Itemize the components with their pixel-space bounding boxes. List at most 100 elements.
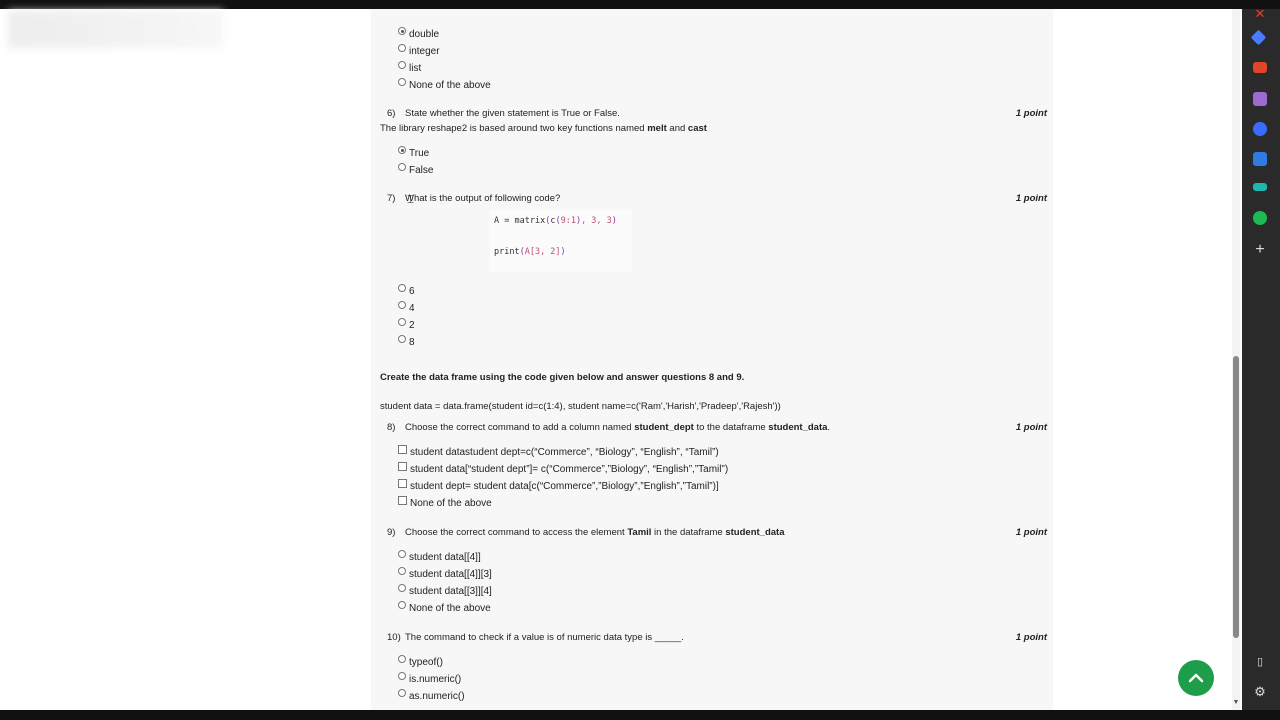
option-label: as.numeric() — [409, 690, 465, 702]
question-text-part: to the dataframe — [693, 422, 769, 433]
question-number: 7) — [387, 193, 396, 204]
radio[interactable] — [398, 672, 406, 680]
q9-option-3[interactable]: student data[[3]][4] — [398, 583, 492, 599]
q5-option-integer[interactable]: integer — [398, 43, 440, 59]
option-label: student dept= student data[c(“Commerce”,… — [410, 480, 719, 492]
question-text: Choose the correct command to add a colu… — [405, 422, 987, 436]
outlook-icon[interactable] — [1253, 152, 1267, 166]
spotify-icon[interactable] — [1253, 211, 1267, 225]
close-icon[interactable]: ✕ — [1253, 7, 1267, 21]
radio[interactable] — [398, 567, 406, 575]
statement-bold-cast: cast — [687, 123, 707, 134]
question-7-header: 7) What is the output of following code?… — [387, 193, 1047, 207]
radio[interactable] — [398, 301, 406, 309]
question-points: 1 point — [1015, 632, 1047, 643]
q10-option-2[interactable]: is.numeric() — [398, 671, 461, 687]
q5-option-none[interactable]: None of the above — [398, 77, 491, 93]
q5-option-list[interactable]: list — [398, 60, 421, 76]
radio-selected[interactable] — [398, 27, 406, 35]
code-token: ) — [611, 216, 617, 226]
code-token: matrix — [514, 216, 546, 226]
q9-option-1[interactable]: student data[[4]] — [398, 549, 481, 565]
q9-option-4[interactable]: None of the above — [398, 600, 491, 616]
q5-option-double[interactable]: double — [398, 26, 439, 42]
q9-option-2[interactable]: student data[[4]][3] — [398, 566, 492, 582]
option-label: student data[[4]][3] — [409, 568, 492, 580]
window-bottom-bar — [0, 710, 1280, 720]
option-label: 6 — [409, 285, 415, 297]
radio[interactable] — [398, 655, 406, 663]
code-token: A[3, 2] — [524, 247, 561, 257]
option-label: is.numeric() — [409, 673, 462, 685]
q8-option-3[interactable]: student dept= student data[c(“Commerce”,… — [398, 478, 719, 494]
radio[interactable] — [398, 61, 406, 69]
question-10-header: 10) The command to check if a value is o… — [387, 632, 1047, 646]
option-label: student data[[3]][4] — [409, 585, 492, 597]
question-number: 8) — [387, 422, 396, 433]
question-number: 6) — [387, 108, 396, 119]
question-points: 1 point — [1015, 422, 1047, 433]
option-label: student data[“student dept”]= c(“Commerc… — [410, 463, 729, 475]
question-number: 9) — [387, 527, 396, 538]
tag-icon[interactable] — [1250, 29, 1267, 46]
checkbox[interactable] — [398, 478, 407, 488]
radio[interactable] — [398, 44, 406, 52]
checkbox[interactable] — [398, 444, 407, 454]
option-label: list — [409, 62, 422, 74]
q7-option-4[interactable]: 8 — [398, 334, 415, 350]
question-text-part: Choose the correct command to add a colu… — [405, 422, 635, 433]
radio[interactable] — [398, 78, 406, 86]
q10-option-1[interactable]: typeof() — [398, 654, 443, 670]
add-icon[interactable]: + — [1253, 242, 1267, 258]
question-text-bold: student_dept — [634, 422, 694, 433]
question-text-bold: student_data — [725, 527, 785, 538]
option-label: False — [409, 164, 434, 176]
question-text: What is the output of following code? — [405, 193, 561, 204]
q7-option-2[interactable]: 4 — [398, 300, 415, 316]
tool-icon[interactable] — [1253, 183, 1267, 191]
sidebar-panel-icon[interactable]: ▯ — [1253, 655, 1267, 669]
q7-option-3[interactable]: 2 — [398, 317, 415, 333]
question-text: Choose the correct command to access the… — [405, 527, 987, 541]
question-8-header: 8) Choose the correct command to add a c… — [387, 422, 1047, 436]
option-label: None of the above — [409, 602, 491, 614]
option-label: 4 — [409, 302, 415, 314]
person-icon[interactable] — [1253, 92, 1267, 106]
scroll-down-arrow-icon[interactable]: ▼ — [1232, 699, 1240, 707]
quiz-content: double integer list None of the above 6)… — [0, 0, 1240, 710]
radio[interactable] — [398, 689, 406, 697]
chevron-up-icon — [1188, 673, 1204, 683]
radio[interactable] — [398, 284, 406, 292]
radio[interactable] — [398, 318, 406, 326]
radio[interactable] — [398, 584, 406, 592]
q6-option-false[interactable]: False — [398, 162, 433, 178]
question-6-header: 6) State whether the given statement is … — [387, 108, 1047, 122]
q10-option-3[interactable]: as.numeric() — [398, 688, 465, 704]
settings-icon[interactable]: ⚙ — [1253, 685, 1267, 699]
scrollbar-thumb[interactable] — [1233, 356, 1239, 638]
option-label: None of the above — [410, 497, 492, 509]
q8-option-1[interactable]: student datastudent dept=c(“Commerce”, “… — [398, 444, 719, 460]
q7-option-1[interactable]: 6 — [398, 283, 415, 299]
q6-option-true[interactable]: True — [398, 145, 429, 161]
checkbox[interactable] — [398, 461, 407, 471]
scroll-to-top-button[interactable] — [1178, 660, 1214, 696]
radio[interactable] — [398, 601, 406, 609]
q8-option-2[interactable]: student data[“student dept”]= c(“Commerc… — [398, 461, 728, 477]
option-label: typeof() — [409, 656, 443, 668]
question-9-header: 9) Choose the correct command to access … — [387, 527, 1047, 541]
radio[interactable] — [398, 335, 406, 343]
question-text-part: Choose the correct command to access the… — [405, 527, 628, 538]
checkbox[interactable] — [398, 495, 407, 505]
briefcase-icon[interactable] — [1253, 62, 1267, 73]
option-label: student data[[4]] — [409, 551, 481, 563]
games-icon[interactable] — [1253, 122, 1267, 136]
option-label: 2 — [409, 319, 415, 331]
q8-option-4[interactable]: None of the above — [398, 495, 492, 511]
question-text-bold: Tamil — [627, 527, 652, 538]
radio[interactable] — [398, 163, 406, 171]
section-instruction: Create the data frame using the code giv… — [380, 372, 745, 383]
browser-sidebar: ✕ + ▯ ⚙ — [1242, 7, 1280, 710]
radio-selected[interactable] — [398, 146, 406, 154]
radio[interactable] — [398, 550, 406, 558]
